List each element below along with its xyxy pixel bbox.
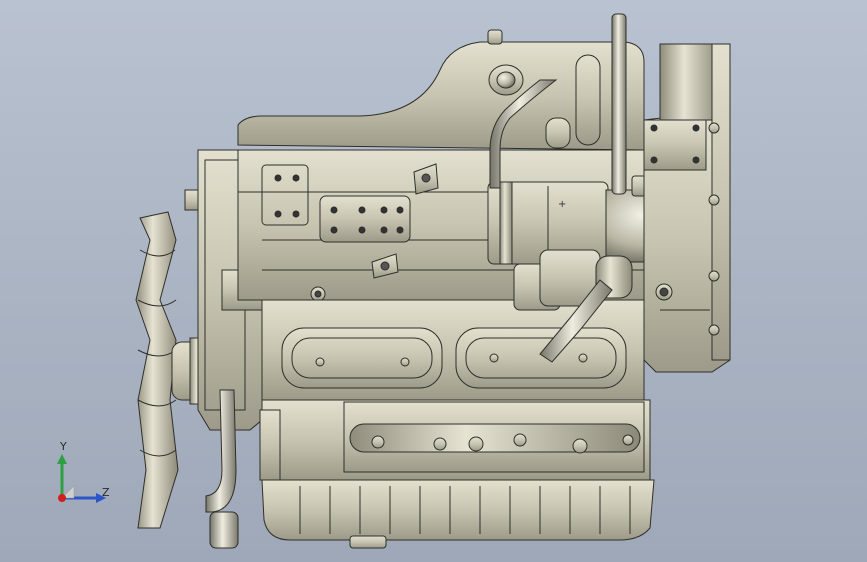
svg-text:+: + (558, 199, 566, 210)
flywheel-housing[interactable] (643, 43, 731, 373)
coordinate-triad: Y Z (40, 440, 120, 510)
dipstick-tube (611, 13, 627, 195)
z-axis-label: Z (102, 486, 110, 499)
y-axis-label: Y (60, 440, 67, 453)
manifold-tube (349, 423, 641, 453)
oil-pan (261, 479, 655, 541)
engine-assembly-model[interactable]: + (0, 0, 867, 562)
cad-viewport[interactable]: + Y Z (0, 0, 867, 562)
axis-arrows-icon (57, 454, 106, 503)
